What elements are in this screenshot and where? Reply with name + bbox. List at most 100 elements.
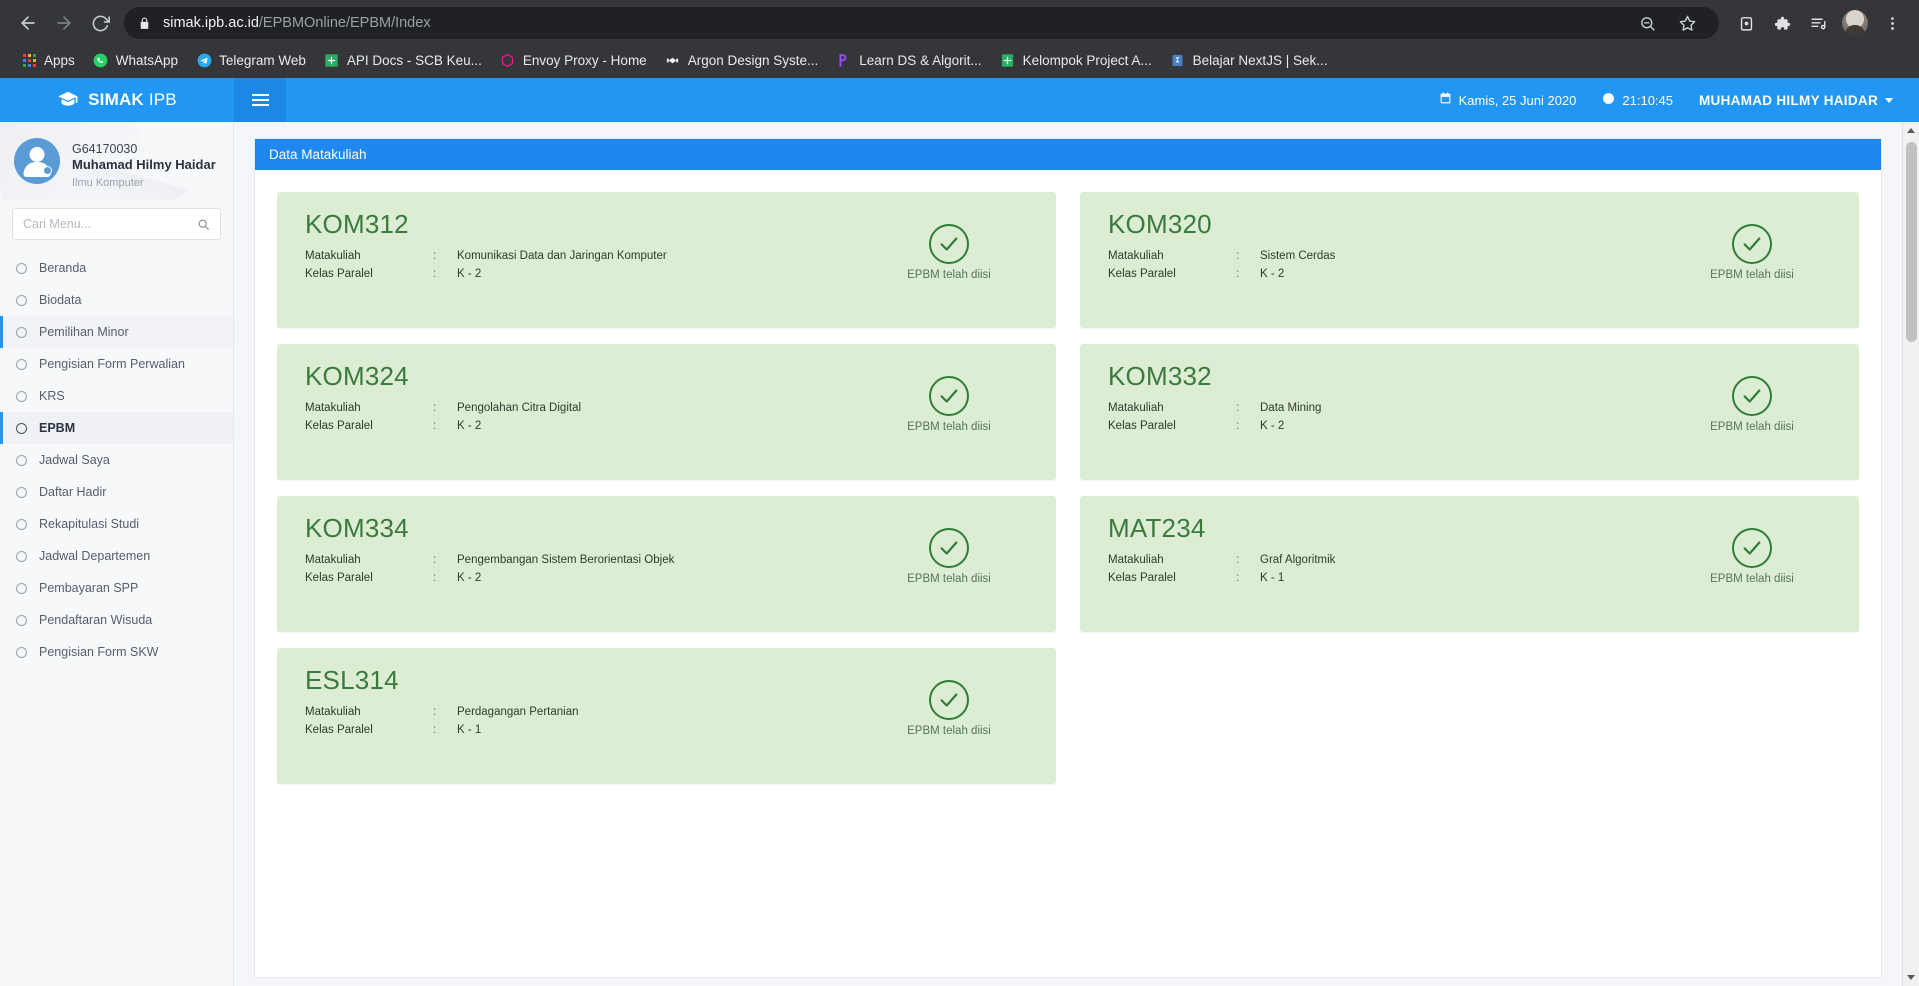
detail-separator: : <box>1236 268 1240 281</box>
course-detail-row: Kelas Paralel: K - 2 <box>1108 265 1667 284</box>
circle-icon <box>16 326 27 338</box>
sidebar-item-label: Pendaftaran Wisuda <box>39 613 153 627</box>
bookmark-apps[interactable]: Apps <box>12 48 84 72</box>
scroll-up-icon[interactable] <box>1903 122 1919 139</box>
course-detail-row: Matakuliah: Data Mining <box>1108 399 1667 418</box>
envoy-icon <box>500 52 516 68</box>
course-status: EPBM telah diisi <box>1667 514 1837 585</box>
app-logo[interactable]: SIMAK IPB <box>0 78 234 122</box>
sidebar-item-daftar-hadir[interactable]: Daftar Hadir <box>0 476 233 508</box>
sidebar-item-pengisian-form-perwalian[interactable]: Pengisian Form Perwalian <box>0 348 233 380</box>
course-code: KOM312 <box>305 209 409 239</box>
circle-icon <box>16 550 27 562</box>
circle-icon <box>16 518 27 530</box>
browser-toolbar-icons <box>1729 6 1909 40</box>
course-detail-rows: Matakuliah: Pengembangan Sistem Berorient… <box>305 551 864 588</box>
scrollbar-thumb[interactable] <box>1906 142 1917 342</box>
reading-list-icon[interactable] <box>1801 6 1835 40</box>
bookmark-whatsapp[interactable]: WhatsApp <box>84 48 187 72</box>
time-text: 21:10:45 <box>1622 92 1673 108</box>
sidebar-item-label: Pemilihan Minor <box>39 325 129 339</box>
bookmarks-bar: Apps WhatsApp Telegram Web API Docs - SC… <box>0 46 1919 78</box>
detail-separator: : <box>433 420 437 433</box>
status-text: EPBM telah diisi <box>1710 421 1794 433</box>
sidebar-item-krs[interactable]: KRS <box>0 380 233 412</box>
page-viewport: SIMAK IPB Kamis, 25 Juni 2020 21:10:45 M… <box>0 78 1919 986</box>
course-card-info: KOM332 Matakuliah: Data Mining Kelas Parale… <box>1108 362 1667 436</box>
current-date: Kamis, 25 Juni 2020 <box>1439 92 1576 108</box>
back-arrow-icon[interactable] <box>10 5 46 41</box>
bookmark-belajar-nextjs[interactable]: Belajar NextJS | Sek... <box>1161 48 1337 72</box>
browser-nav-bar: simak.ipb.ac.id/EPBMOnline/EPBM/Index <box>0 0 1919 46</box>
course-card[interactable]: MAT234 Matakuliah: Graf Algoritmik Kelas Pa… <box>1080 496 1859 632</box>
class-parallel: K - 2 <box>1260 268 1285 281</box>
sidebar-item-jadwal-saya[interactable]: Jadwal Saya <box>0 444 233 476</box>
reload-icon[interactable] <box>82 5 118 41</box>
sidebar-item-pendaftaran-wisuda[interactable]: Pendaftaran Wisuda <box>0 604 233 636</box>
course-card[interactable]: KOM312 Matakuliah: Komunikasi Data dan Jar… <box>277 192 1056 328</box>
bookmark-envoy-proxy[interactable]: Envoy Proxy - Home <box>491 48 656 72</box>
detail-label: Matakuliah <box>1108 249 1164 262</box>
sidebar-item-beranda[interactable]: Beranda <box>0 252 233 284</box>
address-bar[interactable]: simak.ipb.ac.id/EPBMOnline/EPBM/Index <box>124 7 1719 39</box>
course-code: KOM334 <box>305 513 409 543</box>
bookmark-telegram[interactable]: Telegram Web <box>187 48 315 72</box>
zoom-out-icon[interactable] <box>1629 5 1665 41</box>
sidebar-profile: G64170030 Muhamad Hilmy Haidar Ilmu Komp… <box>0 122 233 200</box>
sidebar-item-pembayaran-spp[interactable]: Pembayaran SPP <box>0 572 233 604</box>
sidebar-item-jadwal-departemen[interactable]: Jadwal Departemen <box>0 540 233 572</box>
telegram-icon <box>196 52 212 68</box>
sidebar-item-pemilihan-minor[interactable]: Pemilihan Minor <box>0 316 233 348</box>
sidebar-menu: Beranda Biodata Pemilihan Minor Pengisian F… <box>0 250 233 668</box>
course-code: KOM324 <box>305 361 409 391</box>
browser-chrome: simak.ipb.ac.id/EPBMOnline/EPBM/Index Ap… <box>0 0 1919 78</box>
course-name: Perdagangan Pertanian <box>457 705 579 718</box>
detail-separator: : <box>433 724 437 737</box>
forward-arrow-icon[interactable] <box>46 5 82 41</box>
course-card[interactable]: KOM320 Matakuliah: Sistem Cerdas Kelas Para… <box>1080 192 1859 328</box>
bookmark-kelompok-project[interactable]: Kelompok Project A... <box>991 48 1161 72</box>
course-card[interactable]: KOM332 Matakuliah: Data Mining Kelas Parale… <box>1080 344 1859 480</box>
url-text: simak.ipb.ac.id/EPBMOnline/EPBM/Index <box>163 15 431 31</box>
search-box[interactable] <box>12 208 221 240</box>
lock-icon <box>138 17 151 30</box>
argon-icon <box>665 52 681 68</box>
course-card-info: MAT234 Matakuliah: Graf Algoritmik Kelas Pa… <box>1108 514 1667 588</box>
bookmark-label: API Docs - SCB Keu... <box>346 52 482 68</box>
course-status: EPBM telah diisi <box>864 514 1034 585</box>
detail-label: Kelas Paralel <box>305 724 373 737</box>
sidebar-item-biodata[interactable]: Biodata <box>0 284 233 316</box>
hamburger-icon[interactable] <box>234 78 286 122</box>
bookmark-label: Belajar NextJS | Sek... <box>1192 52 1328 68</box>
bookmark-learn-ds[interactable]: Learn DS & Algorit... <box>827 48 990 72</box>
check-circle-icon <box>929 376 969 416</box>
chrome-menu-icon[interactable] <box>1875 6 1909 40</box>
course-name: Komunikasi Data dan Jaringan Komputer <box>457 249 667 262</box>
detail-label: Matakuliah <box>305 249 361 262</box>
screenshot-icon[interactable] <box>1729 6 1763 40</box>
sidebar-item-rekapitulasi-studi[interactable]: Rekapitulasi Studi <box>0 508 233 540</box>
page-scrollbar[interactable] <box>1902 122 1919 986</box>
course-card[interactable]: KOM324 Matakuliah: Pengolahan Citra Digita… <box>277 344 1056 480</box>
profile-avatar-icon[interactable] <box>1842 10 1868 36</box>
bookmark-api-docs[interactable]: API Docs - SCB Keu... <box>315 48 491 72</box>
scroll-down-icon[interactable] <box>1903 969 1919 986</box>
class-parallel: K - 1 <box>1260 572 1285 585</box>
sidebar-item-pengisian-form-skw[interactable]: Pengisian Form SKW <box>0 636 233 668</box>
class-parallel: K - 1 <box>457 724 482 737</box>
sidebar-item-epbm[interactable]: EPBM <box>0 412 233 444</box>
search-icon[interactable] <box>197 218 210 231</box>
user-menu[interactable]: MUHAMAD HILMY HAIDAR <box>1699 93 1893 108</box>
course-card[interactable]: ESL314 Matakuliah: Perdagangan Pertanian Ke… <box>277 648 1056 784</box>
search-input[interactable] <box>23 217 197 231</box>
detail-label: Kelas Paralel <box>305 268 373 281</box>
bookmark-star-icon[interactable] <box>1669 5 1705 41</box>
detail-separator: : <box>1236 572 1240 585</box>
bookmark-label: Telegram Web <box>219 52 306 68</box>
course-status: EPBM telah diisi <box>1667 210 1837 281</box>
course-card[interactable]: KOM334 Matakuliah: Pengembangan Sistem Ber… <box>277 496 1056 632</box>
bookmark-argon-design[interactable]: Argon Design Syste... <box>656 48 828 72</box>
check-circle-icon <box>929 528 969 568</box>
status-text: EPBM telah diisi <box>907 573 991 585</box>
extensions-puzzle-icon[interactable] <box>1765 6 1799 40</box>
